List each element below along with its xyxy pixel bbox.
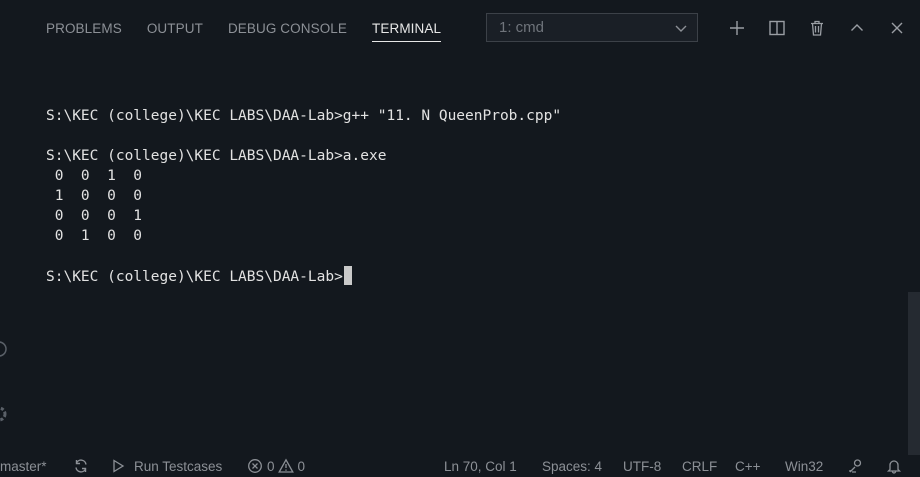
terminal-line: ​ bbox=[46, 86, 561, 106]
close-icon bbox=[891, 22, 903, 34]
terminal-prompt-line[interactable]: S:\KEC (college)\KEC LABS\DAA-Lab> bbox=[46, 266, 561, 287]
cursor-position[interactable]: Ln 70, Col 1 bbox=[444, 455, 517, 477]
terminal-line: S:\KEC (college)\KEC LABS\DAA-Lab>a.exe bbox=[46, 148, 387, 164]
warning-count: 0 bbox=[297, 458, 306, 474]
terminal-select[interactable]: 1: cmd bbox=[486, 13, 698, 42]
language-status[interactable]: C++ bbox=[735, 455, 761, 477]
terminal-select-value: 1: cmd bbox=[499, 19, 545, 36]
history-icon[interactable] bbox=[0, 340, 8, 358]
error-count: 0 bbox=[267, 458, 275, 474]
terminal-prompt: S:\KEC (college)\KEC LABS\DAA-Lab> bbox=[46, 269, 343, 285]
split-terminal-button[interactable] bbox=[757, 14, 797, 42]
eol-status[interactable]: CRLF bbox=[682, 455, 717, 477]
tab-debug-console[interactable]: DEBUG CONSOLE bbox=[228, 0, 347, 56]
kill-terminal-button[interactable] bbox=[797, 14, 837, 42]
problems-status[interactable]: 0 0 bbox=[247, 455, 305, 477]
new-terminal-button[interactable] bbox=[717, 14, 757, 42]
terminal-cursor bbox=[343, 266, 352, 285]
plus-icon bbox=[730, 21, 744, 35]
maximize-panel-button[interactable] bbox=[837, 14, 877, 42]
terminal-line: ​ bbox=[46, 246, 561, 266]
status-bar: master* Run Testcases 0 0 Ln 70, Col 1 S… bbox=[0, 455, 920, 477]
tab-output[interactable]: OUTPUT bbox=[147, 0, 203, 56]
terminal-line: 0 0 1 0 bbox=[46, 168, 143, 184]
panel-actions bbox=[717, 14, 917, 42]
sync-icon bbox=[75, 459, 87, 473]
chevron-up-icon bbox=[851, 24, 863, 31]
bell-icon bbox=[886, 460, 902, 474]
branch-status[interactable]: master* bbox=[0, 455, 47, 477]
terminal-line: 1 0 0 0 bbox=[46, 188, 143, 204]
activity-bar bbox=[0, 0, 12, 455]
tab-terminal[interactable]: TERMINAL bbox=[372, 0, 442, 56]
play-icon bbox=[113, 459, 125, 473]
feedback-button[interactable] bbox=[848, 455, 864, 477]
encoding-status[interactable]: UTF-8 bbox=[623, 455, 661, 477]
chevron-down-icon bbox=[675, 25, 687, 32]
panel-tabs: PROBLEMS OUTPUT DEBUG CONSOLE TERMINAL bbox=[46, 0, 466, 56]
terminal-scrollbar[interactable] bbox=[908, 292, 920, 455]
trash-icon bbox=[811, 20, 823, 36]
run-testcases-label: Run Testcases bbox=[134, 458, 223, 474]
error-icon bbox=[248, 459, 262, 473]
run-testcases-button[interactable]: Run Testcases bbox=[110, 455, 222, 477]
platform-status[interactable]: Win32 bbox=[785, 455, 823, 477]
feedback-icon bbox=[849, 459, 862, 473]
tab-problems[interactable]: PROBLEMS bbox=[46, 0, 122, 56]
terminal-line: 0 0 0 1 bbox=[46, 208, 143, 224]
warning-icon bbox=[277, 458, 294, 473]
terminal-line: S:\KEC (college)\KEC LABS\DAA-Lab>g++ "1… bbox=[46, 108, 562, 124]
split-icon bbox=[769, 20, 785, 36]
sync-button[interactable] bbox=[73, 455, 89, 477]
terminal-panel: PROBLEMS OUTPUT DEBUG CONSOLE TERMINAL 1… bbox=[12, 0, 920, 455]
indentation-status[interactable]: Spaces: 4 bbox=[542, 455, 602, 477]
terminal-line: ​ bbox=[46, 126, 561, 146]
terminal-output[interactable]: ​ S:\KEC (college)\KEC LABS\DAA-Lab>g++ "… bbox=[46, 86, 561, 287]
close-panel-button[interactable] bbox=[877, 14, 917, 42]
branch-label: master* bbox=[0, 458, 47, 474]
notifications-button[interactable] bbox=[886, 455, 902, 477]
terminal-line: 0 1 0 0 bbox=[46, 228, 143, 244]
settings-icon[interactable] bbox=[0, 405, 8, 423]
